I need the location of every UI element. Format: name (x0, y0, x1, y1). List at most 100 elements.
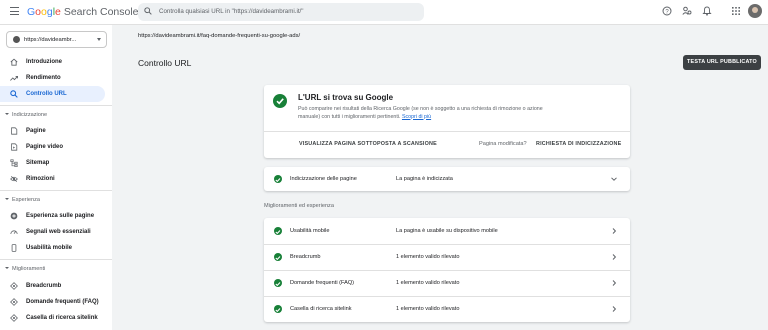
home-icon (10, 58, 18, 66)
check-circle-icon (274, 279, 282, 287)
row-label: Breadcrumb (290, 253, 321, 260)
avatar[interactable] (748, 4, 762, 18)
row-label: Casella di ricerca sitelink (290, 305, 352, 312)
sidebar-item-label: Introduzione (26, 58, 62, 65)
sidebar-item-sitelink[interactable]: Casella di ricerca sitelink (0, 310, 105, 326)
sidebar-item-usabilita-mobile[interactable]: Usabilità mobile (0, 240, 105, 256)
collapse-icon (5, 113, 9, 115)
sidebar-item-segnali-web[interactable]: Segnali web essenziali (0, 224, 105, 240)
sidebar-item-label: Sitemap (26, 159, 50, 166)
sidebar-item-breadcrumb[interactable]: Breadcrumb (0, 278, 105, 294)
chevron-right-icon (612, 306, 617, 312)
sidebar-item-rimozioni[interactable]: Rimozioni (0, 171, 105, 187)
row-label: Domande frequenti (FAQ) (290, 279, 355, 286)
sidebar-item-label: Controllo URL (26, 90, 67, 97)
test-live-url-button[interactable]: TESTA URL PUBBLICATO (683, 55, 761, 70)
notifications-icon[interactable] (702, 6, 712, 16)
sidebar-item-label: Esperienza sulle pagine (26, 212, 95, 219)
status-description: Può comparire nei risultati della Ricerc… (298, 106, 558, 121)
sidebar-divider (0, 259, 112, 260)
row-value: La pagina è usabile su dispositivo mobil… (396, 227, 498, 234)
list-item[interactable]: Usabilità mobile La pagina è usabile su … (264, 218, 630, 244)
row-value: 1 elemento valido rilevato (396, 279, 460, 286)
section-indicizzazione[interactable]: Indicizzazione (0, 109, 105, 121)
product-logo[interactable]: Google Search Console (27, 6, 139, 18)
plus-circle-icon (10, 212, 18, 220)
sidebar-item-label: Rendimento (26, 74, 61, 81)
sidebar-item-label: Breadcrumb (26, 282, 62, 289)
chevron-right-icon (612, 228, 617, 234)
card-divider (264, 131, 630, 132)
sidebar-item-label: Rimozioni (26, 175, 55, 182)
sidebar-item-label: Domande frequenti (FAQ) (26, 298, 99, 305)
enhancements-list: Usabilità mobile La pagina è usabile su … (264, 218, 630, 322)
chevron-right-icon (612, 280, 617, 286)
view-crawled-page-button[interactable]: VISUALIZZA PAGINA SOTTOPOSTA A SCANSIONE (299, 141, 437, 147)
row-value: La pagina è indicizzata (396, 175, 453, 182)
indexing-row[interactable]: Indicizzazione delle pagine La pagina è … (264, 167, 630, 191)
sidebar-item-label: Pagine (26, 127, 46, 134)
sidebar-item-label: Pagine video (26, 143, 64, 150)
sidebar-item-rendimento[interactable]: Rendimento (0, 70, 105, 86)
sidebar-item-pagine[interactable]: Pagine (0, 123, 105, 139)
sidebar: https://davideambr... Introduzione Rendi… (0, 25, 112, 330)
manage-users-icon[interactable] (682, 6, 692, 16)
page-icon (11, 127, 18, 135)
chevron-right-icon (612, 254, 617, 260)
sidebar-item-esperienza-pagine[interactable]: Esperienza sulle pagine (0, 208, 105, 224)
check-circle-icon (274, 227, 282, 235)
check-circle-icon (274, 305, 282, 313)
property-label: https://davideambr... (24, 36, 77, 43)
property-selector[interactable]: https://davideambr... (6, 31, 107, 48)
speed-icon (10, 230, 18, 235)
url-inspection-search[interactable]: Controlla qualsiasi URL in "https://davi… (138, 3, 424, 21)
row-label: Usabilità mobile (290, 227, 330, 234)
sidebar-item-controllo-url[interactable]: Controllo URL (0, 86, 105, 102)
top-app-bar: Google Search Console Controlla qualsias… (0, 0, 768, 25)
search-icon (144, 7, 152, 15)
row-value: 1 elemento valido rilevato (396, 305, 460, 312)
sidebar-item-label: Segnali web essenziali (26, 228, 91, 235)
collapse-icon (5, 198, 9, 200)
phone-icon (11, 244, 17, 252)
list-item[interactable]: Domande frequenti (FAQ) 1 elemento valid… (264, 270, 630, 296)
sidebar-divider (0, 105, 112, 106)
apps-grid-icon[interactable] (731, 6, 741, 16)
section-title: Esperienza (12, 196, 40, 203)
request-indexing-button[interactable]: RICHIESTA DI INDICIZZAZIONE (536, 141, 621, 147)
list-item[interactable]: Breadcrumb 1 elemento valido rilevato (264, 244, 630, 270)
sidebar-item-label: Casella di ricerca sitelink (26, 314, 98, 321)
search-placeholder: Controlla qualsiasi URL in "https://davi… (159, 8, 304, 15)
diamond-icon (10, 314, 18, 322)
chevron-down-icon (611, 177, 617, 181)
collapse-icon (5, 267, 9, 269)
property-icon (13, 36, 20, 43)
page-modified-label: Pagina modificata? (479, 141, 527, 147)
learn-more-link[interactable]: Scopri di più (402, 114, 431, 120)
removal-icon (10, 175, 18, 183)
sidebar-item-faq[interactable]: Domande frequenti (FAQ) (0, 294, 105, 310)
diamond-icon (10, 298, 18, 306)
trending-icon (10, 75, 18, 81)
section-title: Miglioramenti (12, 265, 46, 272)
section-miglioramenti[interactable]: Miglioramenti (0, 263, 105, 275)
sitemap-icon (10, 159, 18, 167)
row-value: 1 elemento valido rilevato (396, 253, 460, 260)
sidebar-item-sitemap[interactable]: Sitemap (0, 155, 105, 171)
video-page-icon (11, 143, 18, 151)
chevron-down-icon (97, 38, 101, 41)
section-esperienza[interactable]: Esperienza (0, 194, 105, 206)
sidebar-item-pagine-video[interactable]: Pagine video (0, 139, 105, 155)
row-label: Indicizzazione delle pagine (290, 175, 357, 182)
sidebar-item-introduzione[interactable]: Introduzione (0, 54, 105, 70)
product-name: Search Console (63, 6, 139, 18)
help-icon[interactable]: ? (662, 6, 672, 16)
enhancements-heading: Miglioramenti ed esperienza (264, 203, 334, 209)
page-title: Controllo URL (138, 58, 192, 68)
menu-icon[interactable] (10, 7, 19, 16)
check-circle-icon (273, 94, 287, 108)
list-item[interactable]: Casella di ricerca sitelink 1 elemento v… (264, 296, 630, 322)
status-title: L'URL si trova su Google (298, 93, 394, 102)
diamond-icon (10, 282, 18, 290)
sidebar-item-label: Usabilità mobile (26, 244, 73, 251)
